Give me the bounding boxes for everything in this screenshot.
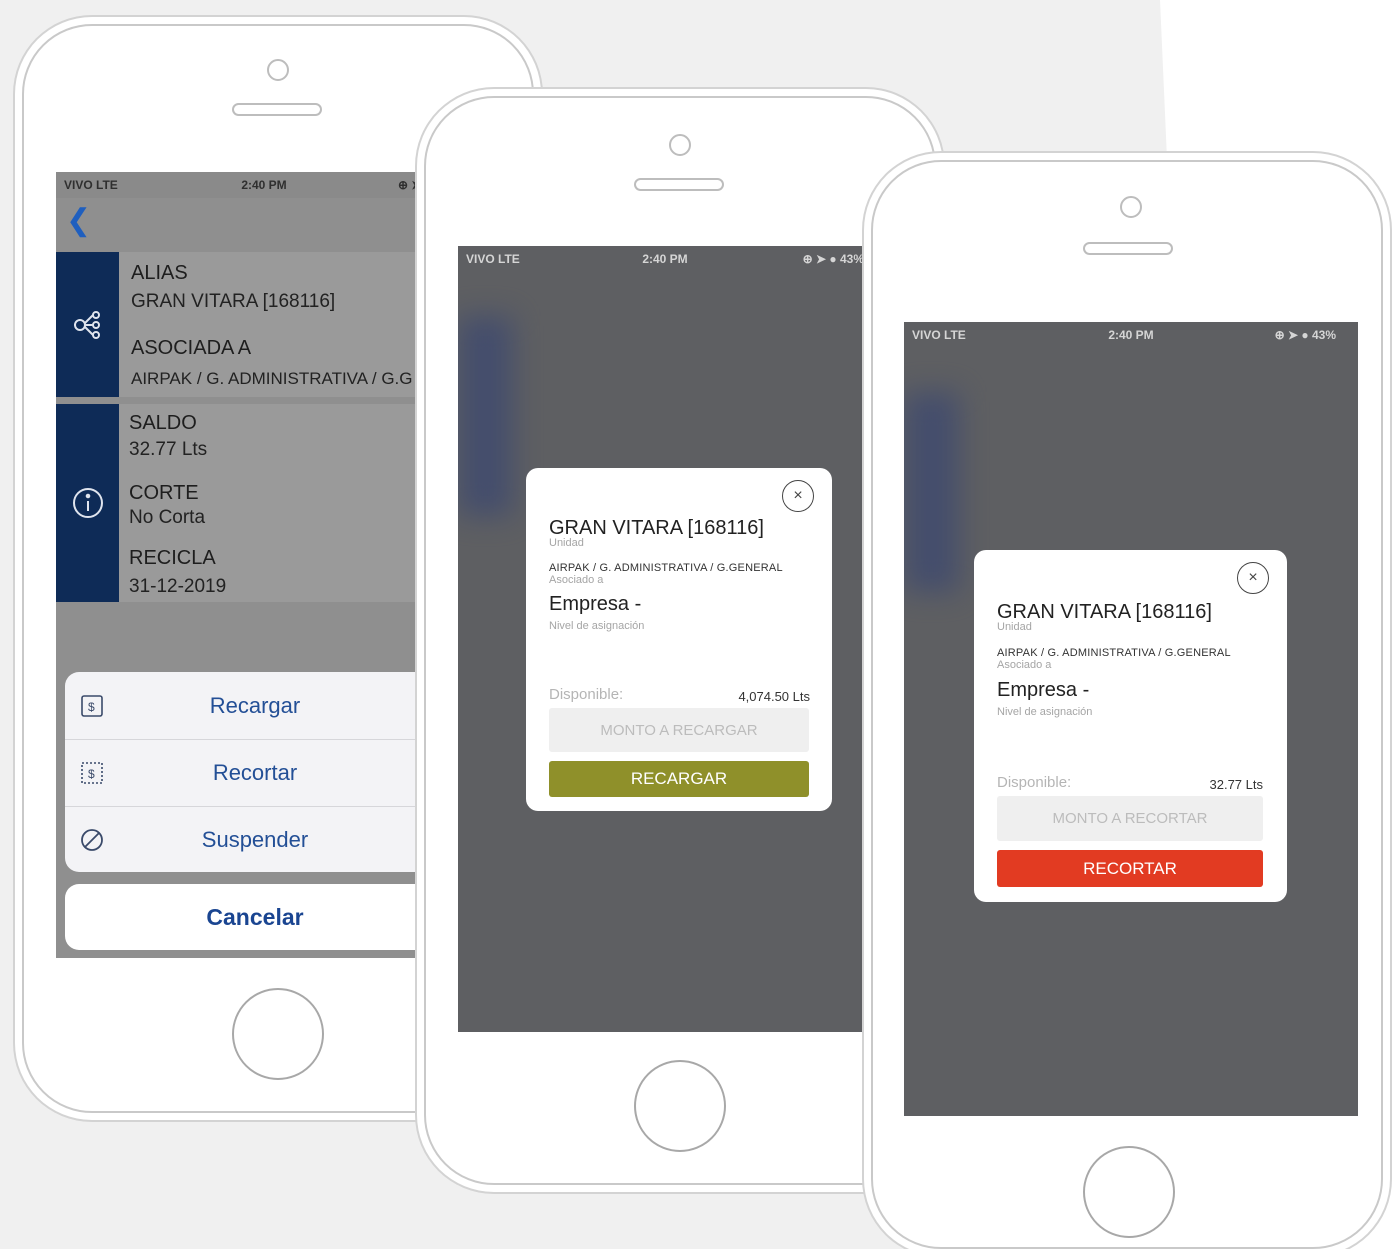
- svg-text:$: $: [88, 700, 95, 714]
- recharge-icon: $: [78, 692, 106, 720]
- disponible-label: Disponible:: [997, 774, 1072, 791]
- front-camera: [1120, 196, 1142, 218]
- close-icon[interactable]: ×: [1237, 562, 1269, 594]
- cancel-button[interactable]: Cancelar: [65, 884, 445, 950]
- recicla-value: 31-12-2019: [129, 576, 227, 597]
- phone-frame-right: VIVO LTE 2:40 PM ⊕ ➤ ● 43% × GRAN VITARA…: [871, 160, 1383, 1249]
- status-icons: ⊕ ➤ ● 43%: [802, 252, 864, 266]
- phone-screen: VIVO LTE 2:40 PM ⊕ ➤ ● 43% × GRAN VITARA…: [458, 246, 902, 1032]
- screen-overlay: VIVO LTE 2:40 PM ⊕ ➤ ● 43% × GRAN VITARA…: [904, 322, 1358, 1116]
- network-icon: [56, 252, 119, 397]
- earpiece-speaker: [634, 178, 724, 191]
- assoc-caption: Asociado a: [549, 574, 604, 586]
- earpiece-speaker: [232, 103, 322, 116]
- action-sheet: $ Recargar $ Recortar Suspender: [65, 672, 445, 872]
- action-recortar[interactable]: $ Recortar: [65, 739, 445, 807]
- status-icons: ⊕ ➤ ● 43%: [1274, 328, 1336, 342]
- background-blur: [458, 316, 513, 516]
- home-button[interactable]: [232, 988, 324, 1080]
- saldo-value: 32.77 Lts: [129, 439, 208, 460]
- close-icon[interactable]: ×: [782, 480, 814, 512]
- cut-money-icon: $: [78, 759, 106, 787]
- home-button[interactable]: [634, 1060, 726, 1152]
- alias-label: ALIAS: [131, 262, 188, 284]
- background-blur: [904, 392, 959, 592]
- recortar-button[interactable]: RECORTAR: [997, 850, 1263, 887]
- corte-label: CORTE: [129, 482, 199, 504]
- action-suspender[interactable]: Suspender: [65, 806, 445, 872]
- front-camera: [267, 59, 289, 81]
- chevron-left-icon[interactable]: ❮: [66, 206, 91, 236]
- action-label: Recortar: [212, 760, 298, 785]
- action-label: Suspender: [201, 827, 309, 852]
- action-recargar[interactable]: $ Recargar: [65, 672, 445, 740]
- earpiece-speaker: [1083, 242, 1173, 255]
- disponible-value: 4,074.50 Lts: [738, 689, 810, 704]
- status-bar: VIVO LTE 2:40 PM ⊕ ➤ ● 43%: [904, 322, 1358, 348]
- unit-caption: Unidad: [997, 621, 1032, 633]
- cut-modal: × GRAN VITARA [168116] Unidad AIRPAK / G…: [974, 550, 1287, 902]
- status-bar: VIVO LTE 2:40 PM ⊕ ➤ ● 43%: [458, 246, 902, 272]
- empresa-value: Empresa -: [997, 679, 1090, 701]
- disponible-value: 32.77 Lts: [1209, 777, 1264, 792]
- saldo-label: SALDO: [129, 412, 197, 434]
- unit-caption: Unidad: [549, 537, 584, 549]
- empresa-caption: Nivel de asignación: [997, 706, 1093, 718]
- alias-value: GRAN VITARA [168116]: [131, 291, 336, 312]
- assoc-caption: Asociado a: [997, 659, 1052, 671]
- recargar-button[interactable]: RECARGAR: [549, 761, 809, 797]
- empresa-caption: Nivel de asignación: [549, 620, 645, 632]
- disponible-label: Disponible:: [549, 686, 624, 703]
- front-camera: [669, 134, 691, 156]
- recicla-label: RECICLA: [129, 547, 216, 569]
- recharge-modal: × GRAN VITARA [168116] Unidad AIRPAK / G…: [526, 468, 832, 811]
- svg-text:$: $: [88, 767, 95, 781]
- amount-input[interactable]: [549, 708, 809, 752]
- phone-frame-middle: VIVO LTE 2:40 PM ⊕ ➤ ● 43% × GRAN VITARA…: [424, 96, 936, 1185]
- phone-screen: VIVO LTE 2:40 PM ⊕ ➤ ● 43% × GRAN VITARA…: [904, 312, 1358, 1116]
- asociada-value: AIRPAK / G. ADMINISTRATIVA / G.G: [131, 369, 413, 388]
- amount-input[interactable]: [997, 796, 1263, 841]
- info-icon: [56, 404, 119, 602]
- assoc-value: AIRPAK / G. ADMINISTRATIVA / G.GENERAL: [997, 647, 1231, 659]
- assoc-value: AIRPAK / G. ADMINISTRATIVA / G.GENERAL: [549, 562, 783, 574]
- asociada-label: ASOCIADA A: [131, 337, 252, 359]
- empresa-value: Empresa -: [549, 593, 642, 615]
- home-button[interactable]: [1083, 1146, 1175, 1238]
- corte-value: No Corta: [129, 507, 206, 528]
- action-label: Recargar: [209, 693, 301, 718]
- suspend-icon: [78, 826, 106, 854]
